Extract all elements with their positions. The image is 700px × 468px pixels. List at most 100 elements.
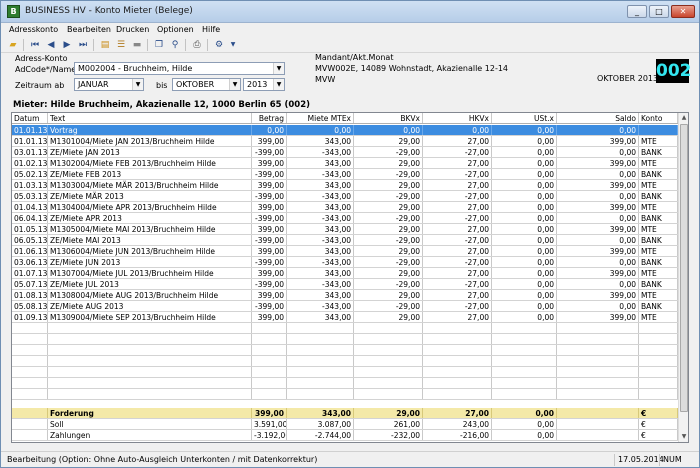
table-row[interactable]: 01.06.13 M1306004/Miete JUN 2013/Bruchhei…	[12, 246, 678, 257]
table-row[interactable]: 05.07.13 ZE/Miete JUL 2013 -399,00 -343,00-…	[12, 279, 678, 290]
cell-text: ZE/Miete APR 2013	[48, 213, 252, 223]
cell-hkv: -27,00	[423, 279, 492, 289]
table-row[interactable]: 01.09.13 M1309004/Miete SEP 2013/Bruchhei…	[12, 312, 678, 323]
cell-konto: MTE	[639, 158, 678, 168]
comment-icon[interactable]: ▬	[131, 39, 143, 51]
cell-datum: 01.01.13	[14, 125, 48, 135]
cell-betrag	[252, 356, 287, 366]
cell-konto: €	[639, 419, 678, 429]
cell-datum: 01.01.13	[14, 136, 48, 146]
cell-konto	[639, 367, 678, 377]
table-row[interactable]: 03.01.13 ZE/Miete JAN 2013 -399,00 -343,00-…	[12, 147, 678, 158]
chevron-down-icon[interactable]: ▼	[227, 39, 239, 51]
table-row[interactable]: 01.01.13 M1301004/Miete JAN 2013/Bruchhei…	[12, 136, 678, 147]
cell-saldo: 0,00	[557, 125, 639, 135]
tools-icon[interactable]: ⚙	[213, 39, 225, 51]
from-month-select[interactable]: JANUAR ▼	[74, 78, 144, 91]
last-record-icon[interactable]: ⏭	[77, 39, 89, 51]
table-row[interactable]: 01.07.13 M1307004/Miete JUL 2013/Bruchhei…	[12, 268, 678, 279]
cell-bkv: 29,00	[354, 224, 423, 234]
menu-bearbeiten[interactable]: Bearbeiten	[67, 25, 111, 34]
menu-adresskonto[interactable]: Adresskonto	[9, 25, 58, 34]
cell-text: ZE/Miete JUL 2013	[48, 279, 252, 289]
cell-ust: 0,00	[492, 408, 557, 418]
cell-datum	[12, 323, 48, 333]
year-select[interactable]: 2013 ▼	[243, 78, 285, 91]
table-row[interactable]: 05.02.13 ZE/Miete FEB 2013 -399,00 -343,00-…	[12, 169, 678, 180]
to-month-select[interactable]: OKTOBER ▼	[172, 78, 241, 91]
window-title: BUSINESS HV - Konto Mieter (Belege)	[25, 6, 193, 16]
cell-konto: MTE	[639, 268, 678, 278]
scroll-up-icon[interactable]: ▲	[679, 113, 688, 123]
print-icon[interactable]: ⎙	[191, 39, 203, 51]
cell-text: ZE/Miete JUN 2013	[48, 257, 252, 267]
copy-icon[interactable]: ❐	[153, 39, 165, 51]
cell-datum: 01.02.13	[14, 158, 48, 168]
menu-hilfe[interactable]: Hilfe	[202, 25, 220, 34]
cell-miete: -343,00	[287, 301, 354, 311]
adress-konto-label: Adress-Konto	[15, 54, 68, 63]
cell-miete	[287, 356, 354, 366]
cell-hkv: -216,00	[423, 430, 492, 440]
cell-konto: MTE	[639, 224, 678, 234]
cell-saldo	[557, 378, 639, 388]
scroll-down-icon[interactable]: ▼	[679, 432, 688, 442]
table-row-empty	[12, 378, 678, 389]
cell-saldo	[557, 367, 639, 377]
cell-saldo: 399,00	[557, 136, 639, 146]
previous-record-icon[interactable]: ◀	[45, 39, 57, 51]
menu-optionen[interactable]: Optionen	[157, 25, 194, 34]
cell-datum	[12, 408, 48, 418]
new-document-icon[interactable]: ▤	[99, 39, 111, 51]
table-header[interactable]: Datum Text Betrag Miete MTEx BKVx HKVx USt.x Sa…	[12, 113, 678, 124]
summary-row: Zahlungen -3.192,00 -2.744,00 -232,00 -216,0…	[12, 430, 678, 441]
maximize-button[interactable]: □	[649, 5, 669, 18]
table-row[interactable]: 03.06.13 ZE/Miete JUN 2013 -399,00 -343,00-…	[12, 257, 678, 268]
cell-bkv: BKVx	[354, 113, 423, 123]
table-row[interactable]: 01.01.13 Vortrag 0,00 0,00 0,00 0,00 0,00 0,00	[12, 125, 678, 136]
chevron-down-icon[interactable]: ▼	[229, 79, 240, 90]
close-button[interactable]: ✕	[671, 5, 695, 18]
cell-bkv: 29,00	[354, 290, 423, 300]
search-icon[interactable]: ⚲	[169, 39, 181, 51]
menu-drucken[interactable]: Drucken	[116, 25, 149, 34]
cell-hkv: HKVx	[423, 113, 492, 123]
chevron-down-icon[interactable]: ▼	[273, 63, 284, 74]
cell-saldo: 0,00	[557, 213, 639, 223]
chevron-down-icon[interactable]: ▼	[132, 79, 143, 90]
table-row-empty	[12, 389, 678, 400]
cell-ust: 0,00	[492, 430, 557, 440]
next-record-icon[interactable]: ▶	[61, 39, 73, 51]
table-row[interactable]: 01.05.13 M1305004/Miete MAI 2013/Bruchhei…	[12, 224, 678, 235]
adcode-value: M002004 - Bruchheim, Hilde	[78, 64, 193, 73]
cell-miete: 0,00	[287, 125, 354, 135]
open-folder-icon[interactable]: ▰	[7, 39, 19, 51]
first-record-icon[interactable]: ⏮	[29, 39, 41, 51]
cell-saldo	[557, 334, 639, 344]
table-row[interactable]: 01.03.13 M1303004/Miete MÄR 2013/Bruchhei…	[12, 180, 678, 191]
minimize-button[interactable]: _	[627, 5, 647, 18]
adcode-field[interactable]: M002004 - Bruchheim, Hilde ▼	[74, 62, 285, 75]
cell-bkv	[354, 356, 423, 366]
cell-miete: 343,00	[287, 136, 354, 146]
cell-betrag: 3.591,00	[254, 419, 287, 429]
edit-list-icon[interactable]: ☰	[115, 39, 127, 51]
cell-datum: 01.04.13	[14, 202, 48, 212]
cell-konto: BANK	[639, 301, 678, 311]
table-row[interactable]: 06.05.13 ZE/Miete MAI 2013 -399,00 -343,00-…	[12, 235, 678, 246]
cell-text	[48, 334, 252, 344]
title-bar[interactable]: B BUSINESS HV - Konto Mieter (Belege) _ …	[1, 1, 699, 23]
cell-miete: 3.087,00	[287, 419, 354, 429]
vertical-scrollbar[interactable]: ▲ ▼	[678, 113, 688, 442]
table-row[interactable]: 01.02.13 M1302004/Miete FEB 2013/Bruchhei…	[12, 158, 678, 169]
table-row[interactable]: 06.04.13 ZE/Miete APR 2013 -399,00 -343,00-…	[12, 213, 678, 224]
chevron-down-icon[interactable]: ▼	[273, 79, 284, 90]
status-num: NUM	[659, 454, 682, 466]
table-row[interactable]: 05.08.13 ZE/Miete AUG 2013 -399,00 -343,00-…	[12, 301, 678, 312]
scroll-thumb[interactable]	[680, 124, 688, 412]
cell-saldo: 399,00	[557, 180, 639, 190]
cell-datum: 06.04.13	[14, 213, 48, 223]
table-row[interactable]: 01.08.13 M1308004/Miete AUG 2013/Bruchhei…	[12, 290, 678, 301]
table-row[interactable]: 01.04.13 M1304004/Miete APR 2013/Bruchhei…	[12, 202, 678, 213]
table-row[interactable]: 05.03.13 ZE/Miete MÄR 2013 -399,00 -343,00-…	[12, 191, 678, 202]
